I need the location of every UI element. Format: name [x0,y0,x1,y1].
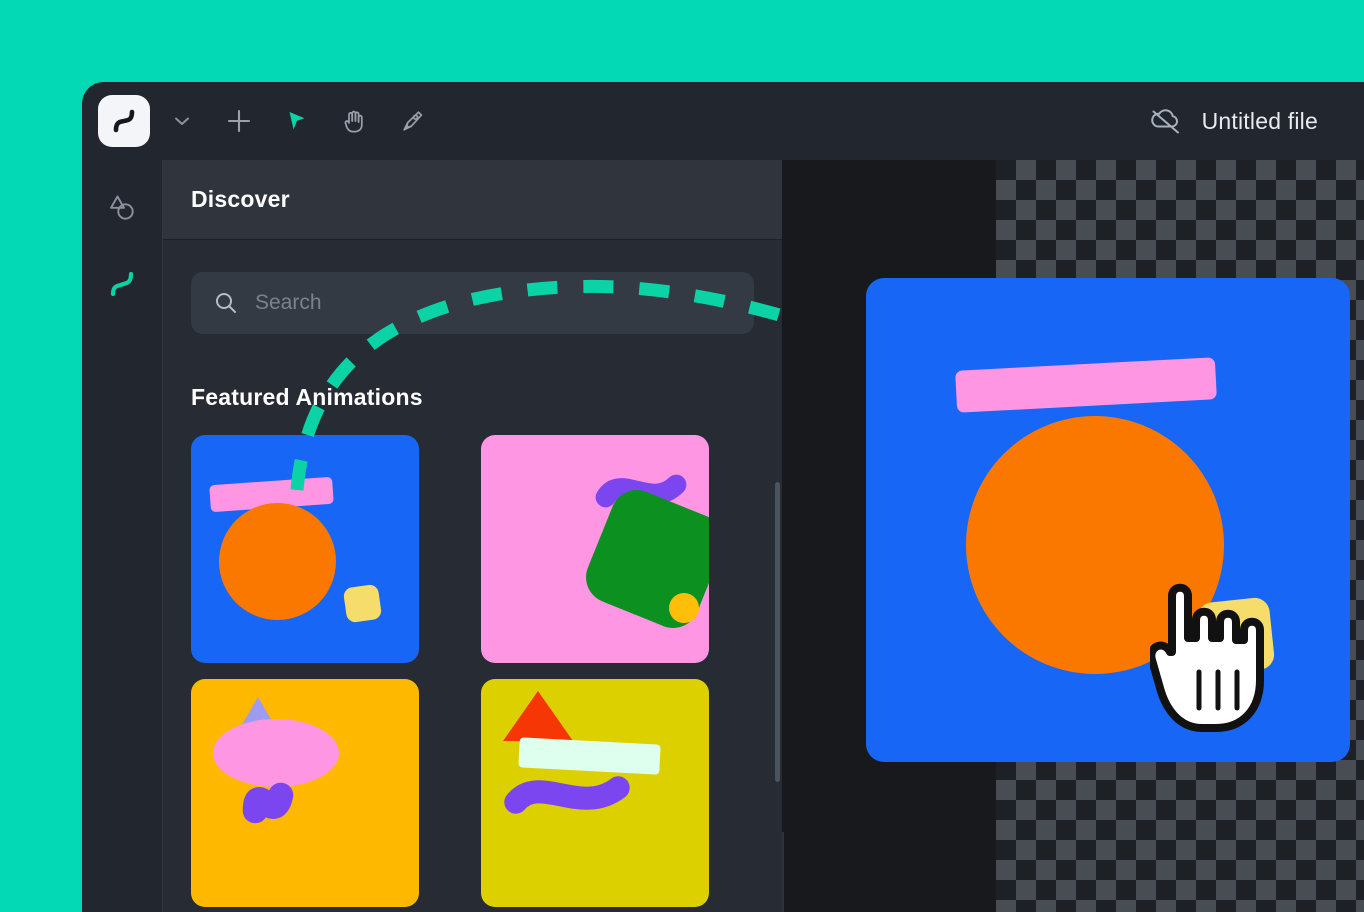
animation-card[interactable] [191,679,419,907]
card-shape-wave [499,771,635,819]
pen-tool-icon [403,111,423,131]
cloud-offline-icon [1150,109,1179,134]
toolbar-menu-button[interactable] [159,98,205,144]
animation-card[interactable] [480,679,709,907]
plus-icon [227,109,251,133]
chevron-down-icon [175,117,189,125]
app-window: Untitled file Discover Search Featured A… [82,82,1364,912]
card-shape-triangle [502,691,573,741]
hand-icon [344,110,363,133]
card-shape-wave [237,777,299,829]
artboard-orange-circle[interactable] [966,416,1224,674]
card-shape-bar [517,737,661,775]
sidebar-item-easing[interactable] [98,260,146,308]
toolbar-select-tool[interactable] [273,98,319,144]
panel-body: Featured Animations [163,240,782,912]
search-icon [216,293,236,313]
toolbar-pan-tool[interactable] [331,98,377,144]
card-shape-square [342,583,383,624]
left-icon-rail [82,160,162,912]
panel-scrollbar[interactable] [775,482,780,782]
ease-curve-icon [110,271,134,297]
search-input[interactable] [255,291,732,315]
sidebar-item-shapes[interactable] [98,184,146,232]
card-shape-circle [668,593,699,623]
artboard-yellow-square[interactable] [1196,596,1276,676]
shapes-icon [110,195,134,220]
file-name-label: Untitled file [1201,107,1318,134]
artboard[interactable] [866,278,1350,762]
animation-card[interactable] [191,435,419,663]
top-toolbar: Untitled file [82,82,1364,160]
discover-panel: Discover Featured Animations [162,160,782,912]
file-status[interactable]: Untitled file [1147,106,1318,136]
animation-card[interactable] [480,435,709,663]
section-title: Featured Animations [191,384,423,410]
canvas-area[interactable] [782,160,1364,912]
cursor-arrow-icon [289,112,305,130]
artboard-pink-bar[interactable] [955,357,1217,413]
studio-logo-icon [113,109,135,133]
search-box[interactable] [191,272,754,334]
panel-collapse-handle[interactable] [782,832,784,912]
app-logo[interactable] [98,95,150,147]
panel-header: Discover [163,160,782,240]
toolbar-add-button[interactable] [216,98,262,144]
toolbar-pen-tool[interactable] [389,98,435,144]
page-title: Discover [191,186,290,212]
card-shape-circle [219,503,336,620]
featured-animations-grid [191,435,754,912]
